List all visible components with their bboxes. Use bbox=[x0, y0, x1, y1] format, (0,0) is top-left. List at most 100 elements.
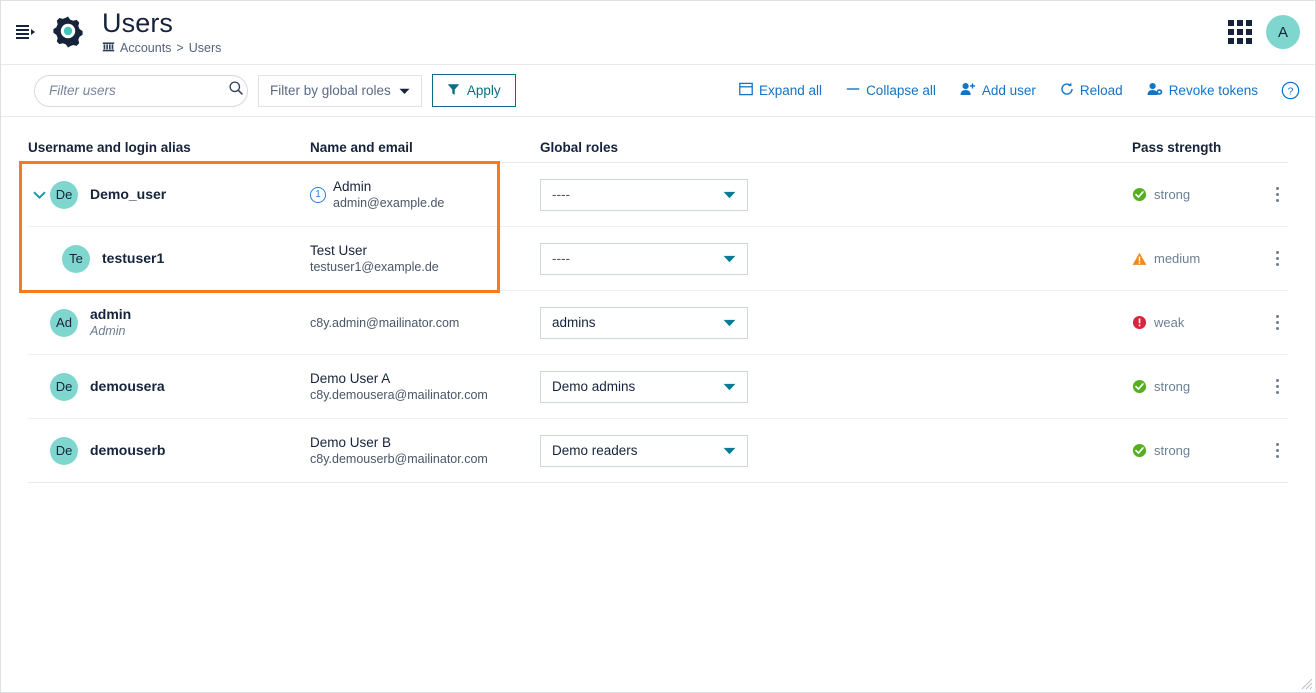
column-header-name-email: Name and email bbox=[310, 140, 413, 155]
expand-all-icon bbox=[739, 82, 753, 99]
revoke-tokens-button[interactable]: Revoke tokens bbox=[1140, 76, 1265, 106]
add-user-icon-svg bbox=[960, 83, 975, 95]
expand-row-chevron-down-icon[interactable] bbox=[28, 190, 50, 199]
apply-button[interactable]: Apply bbox=[431, 74, 516, 107]
username-text: admin bbox=[90, 306, 132, 322]
title-block: Users Accounts > Users bbox=[102, 8, 1228, 56]
cell-username: De Demo_user bbox=[28, 180, 310, 209]
email-text: admin@example.de bbox=[333, 196, 445, 210]
global-roles-select[interactable]: Demo admins bbox=[540, 370, 748, 403]
table-header-row: Username and login alias Name and email … bbox=[28, 117, 1288, 163]
cell-pass-strength: strong bbox=[1132, 180, 1288, 210]
cell-name-email: Demo User A c8y.demousera@mailinator.com bbox=[310, 370, 540, 403]
name-email-block: c8y.admin@mailinator.com bbox=[310, 315, 459, 331]
table-row[interactable]: De Demo_user 1 Admin admin@example.de ---- str… bbox=[28, 163, 1288, 227]
help-icon[interactable]: ? bbox=[1281, 81, 1300, 100]
cell-global-roles: ---- bbox=[540, 178, 1132, 211]
chevron-down-icon bbox=[723, 442, 736, 460]
bank-icon bbox=[102, 40, 115, 56]
hamburger-icon[interactable] bbox=[8, 15, 42, 49]
search-box[interactable] bbox=[34, 74, 248, 107]
add-user-button[interactable]: Add user bbox=[953, 76, 1043, 106]
pass-strength-label: strong bbox=[1154, 379, 1191, 394]
chevron-down-icon-svg bbox=[399, 88, 410, 94]
top-right-actions: A bbox=[1228, 15, 1300, 49]
cell-username: De demouserb bbox=[28, 436, 310, 465]
username-text: Demo_user bbox=[90, 186, 167, 202]
cell-pass-strength: medium bbox=[1132, 244, 1288, 274]
cell-global-roles: Demo readers bbox=[540, 434, 1132, 467]
gear-icon-svg bbox=[53, 16, 83, 48]
gear-icon bbox=[46, 10, 90, 54]
search-icon[interactable] bbox=[228, 80, 244, 101]
chevron-down-icon bbox=[723, 186, 736, 204]
row-more-actions-button[interactable] bbox=[1266, 244, 1288, 274]
full-name-text: Test User bbox=[310, 243, 368, 258]
bank-icon-svg bbox=[102, 42, 115, 52]
search-icon-svg bbox=[229, 81, 243, 95]
username-block: demouserb bbox=[90, 442, 165, 459]
global-roles-select[interactable]: ---- bbox=[540, 242, 748, 275]
global-roles-select[interactable]: Demo readers bbox=[540, 434, 748, 467]
revoke-tokens-label: Revoke tokens bbox=[1168, 83, 1258, 98]
name-email-block: Admin admin@example.de bbox=[333, 178, 444, 211]
user-avatar: De bbox=[50, 436, 78, 465]
app-grid-icon[interactable] bbox=[1228, 20, 1252, 44]
global-roles-select[interactable]: ---- bbox=[540, 178, 748, 211]
chevron-down-icon-svg bbox=[723, 383, 736, 390]
cell-username: Te testuser1 bbox=[28, 244, 310, 273]
full-name-text: Admin bbox=[333, 179, 372, 194]
row-more-actions-button[interactable] bbox=[1266, 436, 1288, 466]
revoke-tokens-icon bbox=[1147, 82, 1163, 99]
page-title: Users bbox=[102, 8, 174, 38]
username-block: admin Admin bbox=[90, 306, 131, 339]
toolbar: Filter by global roles Apply Expand all bbox=[0, 65, 1316, 117]
expand-all-icon-svg bbox=[739, 82, 753, 96]
cell-username: Ad admin Admin bbox=[28, 306, 310, 339]
pass-strength-label: weak bbox=[1154, 315, 1185, 330]
pass-strength-medium-icon bbox=[1132, 252, 1147, 266]
chevron-down-icon bbox=[723, 314, 736, 332]
collapse-all-label: Collapse all bbox=[866, 83, 936, 98]
revoke-tokens-icon-svg bbox=[1147, 83, 1162, 95]
add-user-label: Add user bbox=[981, 83, 1036, 98]
email-text: c8y.demouserb@mailinator.com bbox=[310, 452, 488, 466]
cell-pass-strength: weak bbox=[1132, 308, 1288, 338]
username-block: demousera bbox=[90, 378, 165, 395]
pass-strength-label: medium bbox=[1154, 251, 1201, 266]
global-roles-select[interactable]: admins bbox=[540, 306, 748, 339]
row-more-actions-button[interactable] bbox=[1266, 180, 1288, 210]
row-more-actions-button[interactable] bbox=[1266, 308, 1288, 338]
collapse-all-button[interactable]: Collapse all bbox=[839, 76, 943, 106]
breadcrumb-root[interactable]: Accounts bbox=[120, 41, 171, 55]
chevron-down-icon bbox=[723, 378, 736, 396]
reload-button[interactable]: Reload bbox=[1053, 76, 1130, 106]
row-more-actions-button[interactable] bbox=[1266, 372, 1288, 402]
table-row[interactable]: Te testuser1 Test User testuser1@example.de… bbox=[28, 227, 1288, 291]
global-roles-select-value: ---- bbox=[552, 251, 570, 266]
table-row[interactable]: De demouserb Demo User B c8y.demouserb@mail… bbox=[28, 419, 1288, 483]
breadcrumb-current: Users bbox=[188, 41, 222, 55]
name-email-block: Demo User B c8y.demouserb@mailinator.com bbox=[310, 434, 488, 467]
user-avatar: Te bbox=[62, 244, 90, 273]
global-roles-filter-dropdown[interactable]: Filter by global roles bbox=[258, 74, 422, 107]
apply-button-label: Apply bbox=[466, 83, 501, 98]
user-avatar: Ad bbox=[50, 308, 78, 337]
cell-pass-strength: strong bbox=[1132, 436, 1288, 466]
table-row[interactable]: Ad admin Admin c8y.admin@mailinator.com admi… bbox=[28, 291, 1288, 355]
resize-grip[interactable] bbox=[1297, 674, 1313, 690]
reload-icon-svg bbox=[1061, 82, 1073, 95]
hamburger-icon-svg bbox=[16, 25, 35, 39]
expand-all-button[interactable]: Expand all bbox=[732, 76, 829, 106]
table-row[interactable]: De demousera Demo User A c8y.demousera@mail… bbox=[28, 355, 1288, 419]
breadcrumb: Accounts > Users bbox=[102, 40, 1228, 56]
user-avatar: De bbox=[50, 180, 78, 209]
filter-icon bbox=[447, 83, 460, 99]
cell-global-roles: admins bbox=[540, 306, 1132, 339]
avatar[interactable]: A bbox=[1266, 15, 1300, 49]
global-roles-select-value: Demo admins bbox=[552, 379, 636, 394]
pass-strength-label: strong bbox=[1154, 443, 1191, 458]
search-input[interactable] bbox=[49, 83, 228, 98]
reload-label: Reload bbox=[1079, 83, 1123, 98]
cell-global-roles: ---- bbox=[540, 242, 1132, 275]
